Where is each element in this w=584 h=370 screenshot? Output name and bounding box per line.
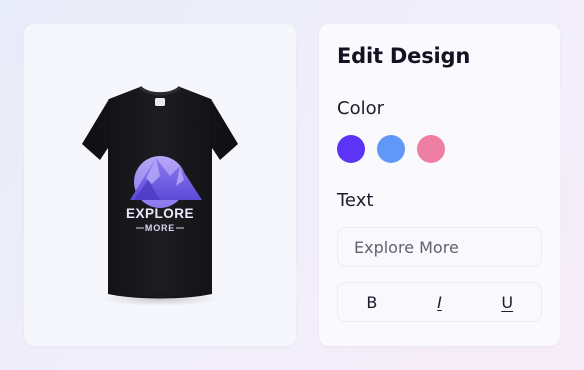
panel-title: Edit Design xyxy=(337,44,471,68)
edit-design-panel: Edit Design Color Text B I U xyxy=(319,24,560,346)
swatch-pink[interactable] xyxy=(417,135,445,163)
bold-button[interactable]: B xyxy=(338,283,406,321)
text-format-toolbar: B I U xyxy=(337,282,542,322)
tshirt-mockup: EXPLORE MORE xyxy=(74,82,246,312)
shirt-preview-card: EXPLORE MORE xyxy=(24,24,296,346)
color-swatches xyxy=(337,135,445,163)
swatch-violet[interactable] xyxy=(337,135,365,163)
graphic-line2: MORE xyxy=(145,223,175,233)
shirt-shadow xyxy=(100,292,220,306)
graphic-line1: EXPLORE xyxy=(126,206,194,221)
swatch-blue[interactable] xyxy=(377,135,405,163)
design-text-input[interactable] xyxy=(337,227,542,267)
underline-button[interactable]: U xyxy=(473,283,541,321)
text-label: Text xyxy=(337,190,374,211)
shirt-tag xyxy=(155,98,165,106)
color-label: Color xyxy=(337,98,384,119)
tshirt-image: EXPLORE MORE xyxy=(82,85,238,299)
italic-button[interactable]: I xyxy=(406,283,474,321)
